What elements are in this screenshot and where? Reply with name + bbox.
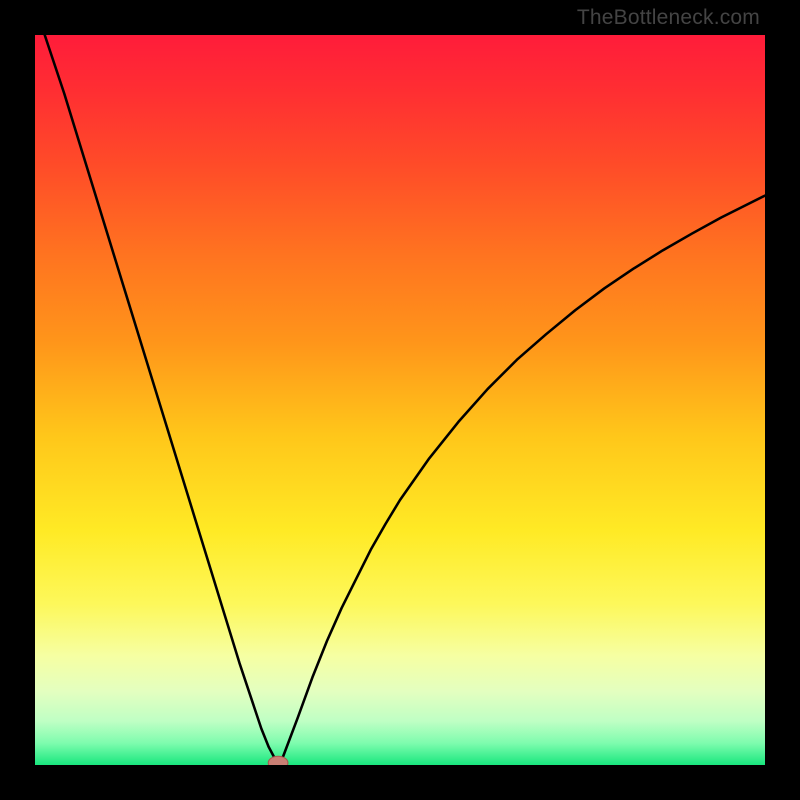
plot-area [35, 35, 765, 765]
chart-frame: TheBottleneck.com [0, 0, 800, 800]
chart-svg [35, 35, 765, 765]
optimal-point-marker [268, 756, 288, 765]
bottleneck-curve [35, 35, 765, 763]
watermark-text: TheBottleneck.com [577, 6, 760, 30]
